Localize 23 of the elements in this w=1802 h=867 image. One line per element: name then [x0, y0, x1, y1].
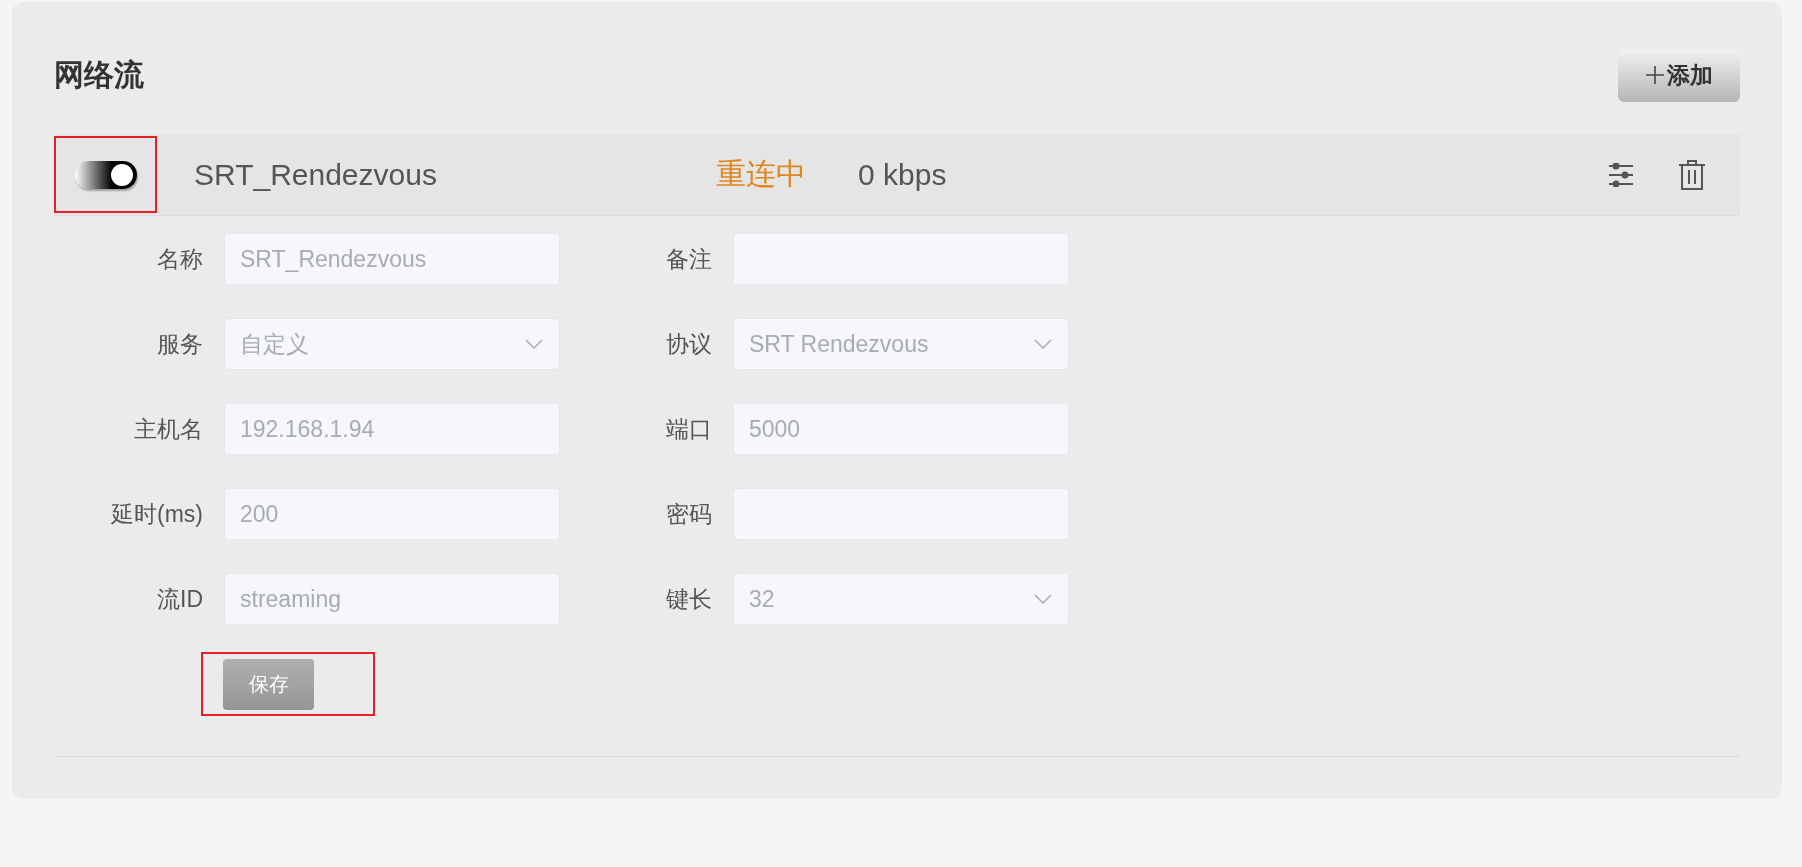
add-button[interactable]: 添加 — [1618, 48, 1740, 102]
plus-icon — [1645, 65, 1665, 85]
field-label: 延时(ms) — [110, 499, 203, 529]
field-label: 协议 — [665, 329, 712, 359]
field-label: 密码 — [665, 499, 712, 529]
field-label: 服务 — [156, 329, 203, 359]
section-title: 网络流 — [54, 56, 144, 93]
save-button[interactable]: 保存 — [223, 659, 314, 710]
trash-icon[interactable] — [1678, 159, 1706, 190]
chevron-down-icon — [1034, 339, 1052, 349]
stream-status: 重连中 — [716, 156, 807, 192]
stream-name: SRT_Rendezvous — [194, 157, 438, 192]
field-label: 端口 — [665, 414, 712, 444]
settings-icon[interactable] — [1608, 162, 1634, 187]
field-label: 主机名 — [133, 414, 203, 444]
field-label: 键长 — [665, 584, 712, 614]
chevron-down-icon — [525, 339, 543, 349]
field-label: 备注 — [665, 244, 712, 274]
field-label: 流ID — [156, 584, 203, 614]
bitrate-text: 0 kbps — [858, 157, 947, 192]
toggle-switch[interactable] — [74, 160, 137, 189]
field-label: 名称 — [156, 244, 203, 274]
chevron-down-icon — [1034, 594, 1052, 604]
